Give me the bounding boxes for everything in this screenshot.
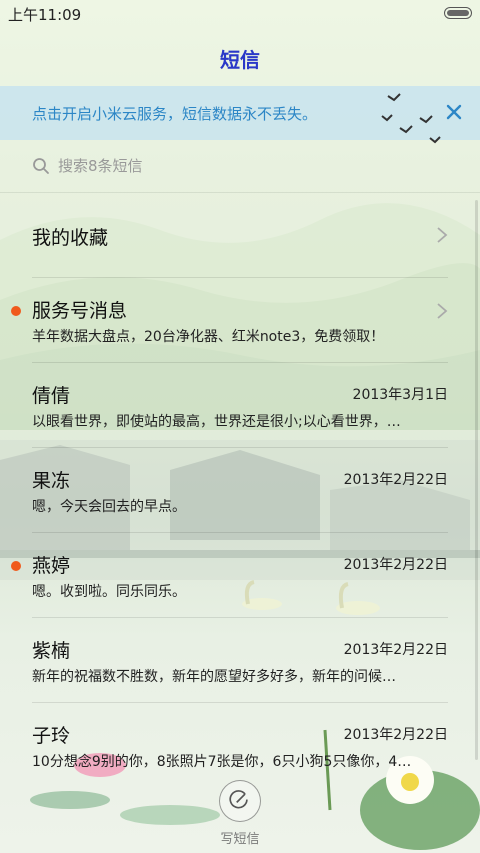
scrollbar[interactable] xyxy=(475,200,478,760)
conversation-row[interactable]: 子玲 2013年2月22日 10分想念9别的你，8张照片7张是你，6只小狗5只像… xyxy=(32,703,448,787)
conversation-list: 我的收藏 服务号消息 羊年数据大盘点，20台净化器、红米note3，免费领取！ … xyxy=(0,193,480,787)
search-bar[interactable]: 搜索8条短信 xyxy=(0,140,480,193)
title-bar: 短信 xyxy=(0,28,480,86)
message-date: 2013年2月22日 xyxy=(343,472,448,488)
compose-button[interactable] xyxy=(219,780,261,822)
contact-name: 燕婷 xyxy=(32,555,71,577)
contact-name: 子玲 xyxy=(32,725,71,747)
compose-label[interactable]: 写短信 xyxy=(0,828,480,847)
chevron-right-icon xyxy=(437,303,448,319)
compose-area: 写短信 xyxy=(0,778,480,853)
unread-dot xyxy=(11,561,21,571)
unread-dot xyxy=(11,306,21,316)
search-icon xyxy=(33,158,49,174)
message-snippet: 以眼看世界，即使站的最高，世界还是很小;以心看世界，… xyxy=(32,414,401,430)
message-snippet: 10分想念9别的你，8张照片7张是你，6只小狗5只像你，4… xyxy=(32,754,412,770)
page-title: 短信 xyxy=(220,48,260,72)
conversation-row[interactable]: 紫楠 2013年2月22日 新年的祝福数不胜数，新年的愿望好多好多，新年的问候… xyxy=(32,618,448,703)
service-messages-row[interactable]: 服务号消息 羊年数据大盘点，20台净化器、红米note3，免费领取！ xyxy=(11,278,448,363)
status-time: 上午11:09 xyxy=(8,6,82,24)
battery-icon xyxy=(444,7,472,19)
search-input[interactable]: 搜索8条短信 xyxy=(58,155,143,176)
service-title: 服务号消息 xyxy=(32,300,128,322)
contact-name: 果冻 xyxy=(32,470,71,492)
chevron-right-icon xyxy=(437,227,448,243)
conversation-row[interactable]: 倩倩 2013年3月1日 以眼看世界，即使站的最高，世界还是很小;以心看世界，… xyxy=(32,363,448,448)
favorites-row[interactable]: 我的收藏 xyxy=(32,193,448,278)
compose-icon xyxy=(229,790,248,809)
message-date: 2013年2月22日 xyxy=(343,557,448,573)
status-bar: 上午11:09 xyxy=(0,0,480,28)
message-date: 2013年2月22日 xyxy=(343,642,448,658)
service-snippet: 羊年数据大盘点，20台净化器、红米note3，免费领取！ xyxy=(32,329,385,345)
message-date: 2013年2月22日 xyxy=(343,727,448,743)
message-snippet: 新年的祝福数不胜数，新年的愿望好多好多，新年的问候… xyxy=(32,669,396,685)
conversation-row[interactable]: 燕婷 2013年2月22日 嗯。收到啦。同乐同乐。 xyxy=(11,533,448,618)
favorites-label: 我的收藏 xyxy=(32,227,109,249)
message-snippet: 嗯。收到啦。同乐同乐。 xyxy=(32,584,186,600)
banner-text[interactable]: 点击开启小米云服务，短信数据永不丢失。 xyxy=(32,103,317,124)
message-snippet: 嗯，今天会回去的早点。 xyxy=(32,499,186,515)
contact-name: 倩倩 xyxy=(32,385,71,407)
contact-name: 紫楠 xyxy=(32,640,71,662)
message-date: 2013年3月1日 xyxy=(352,387,448,403)
conversation-row[interactable]: 果冻 2013年2月22日 嗯，今天会回去的早点。 xyxy=(32,448,448,533)
